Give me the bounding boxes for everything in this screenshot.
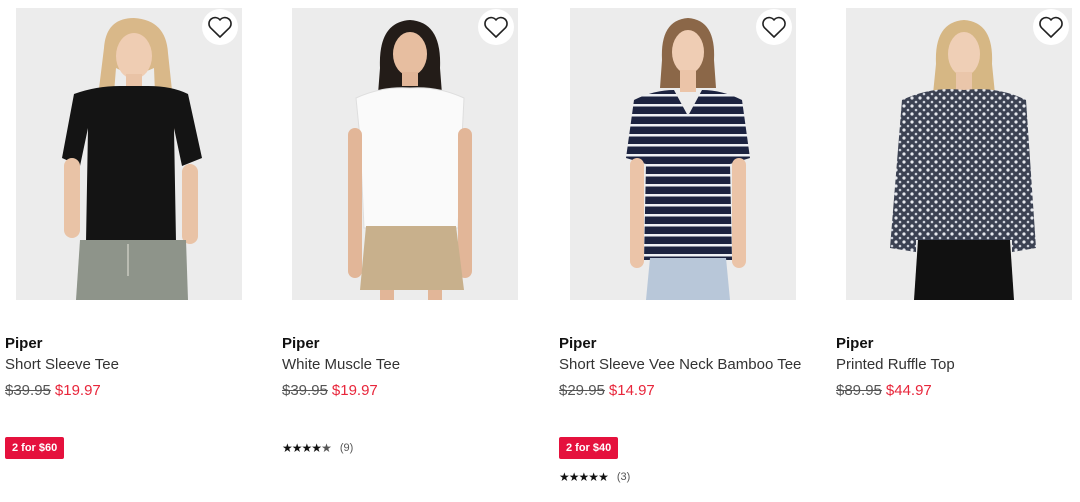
star-icon: ★ [301,441,313,455]
star-icon: ★ [578,470,590,484]
product-brand[interactable]: Piper [836,335,874,352]
rating-count: (9) [339,442,354,454]
rating-count: (3) [616,471,631,483]
wishlist-button[interactable] [202,9,238,45]
wishlist-button[interactable] [478,9,514,45]
product-rating[interactable]: ★ ★ ★ ★ ★ (3) [559,470,630,484]
sale-price: $19.97 [54,382,101,399]
product-rating[interactable]: ★ ★ ★ ★ ★ (9) [282,441,353,455]
product-card[interactable]: Piper Short Sleeve Vee Neck Bamboo Tee $… [559,0,819,502]
product-card[interactable]: Piper Short Sleeve Tee $39.95 $19.97 2 fo… [5,0,265,502]
star-icon: ★ [598,470,609,484]
original-price: $29.95 [559,382,605,399]
product-image[interactable] [16,8,242,300]
original-price: $39.95 [282,382,328,399]
heart-icon [762,16,786,38]
wishlist-button[interactable] [756,9,792,45]
product-name[interactable]: Short Sleeve Tee [5,356,119,373]
star-icon: ★ [282,441,293,455]
star-icon: ★ [559,470,570,484]
product-name[interactable]: Short Sleeve Vee Neck Bamboo Tee [559,356,801,373]
heart-icon [484,16,508,38]
product-image[interactable] [292,8,518,300]
heart-icon [1039,16,1063,38]
star-icon: ★ [291,441,303,455]
product-card[interactable]: Piper Printed Ruffle Top $89.95 $44.97 [836,0,1080,502]
star-icon: ★ [588,470,599,484]
rating-stars: ★ ★ ★ ★ ★ [559,470,609,484]
product-image[interactable] [570,8,796,300]
sale-price: $19.97 [331,382,378,399]
heart-icon [208,16,232,38]
product-prices: $39.95 $19.97 [282,382,378,399]
promo-badge[interactable]: 2 for $40 [559,437,619,459]
product-image[interactable] [846,8,1072,300]
product-photo-white-muscle-tee [292,8,518,300]
promo-badge[interactable]: 2 for $60 [5,437,65,459]
product-prices: $89.95 $44.97 [836,382,932,399]
star-half-icon: ★ [321,441,332,455]
star-icon: ★ [311,441,322,455]
product-photo-printed-ruffle-top [846,8,1072,300]
rating-stars: ★ ★ ★ ★ ★ [282,441,332,455]
product-grid: Piper Short Sleeve Tee $39.95 $19.97 2 fo… [0,0,1080,502]
product-brand[interactable]: Piper [282,335,320,352]
product-prices: $29.95 $14.97 [559,382,655,399]
product-name[interactable]: White Muscle Tee [282,356,400,373]
product-name[interactable]: Printed Ruffle Top [836,356,955,373]
wishlist-button[interactable] [1033,9,1069,45]
product-brand[interactable]: Piper [5,335,43,352]
star-icon: ★ [568,470,580,484]
sale-price: $14.97 [608,382,655,399]
product-prices: $39.95 $19.97 [5,382,101,399]
original-price: $39.95 [5,382,51,399]
sale-price: $44.97 [885,382,932,399]
product-photo-striped-vee-tee [570,8,796,300]
original-price: $89.95 [836,382,882,399]
product-photo-black-tee [16,8,242,300]
product-brand[interactable]: Piper [559,335,597,352]
product-card[interactable]: Piper White Muscle Tee $39.95 $19.97 ★ ★ … [282,0,542,502]
